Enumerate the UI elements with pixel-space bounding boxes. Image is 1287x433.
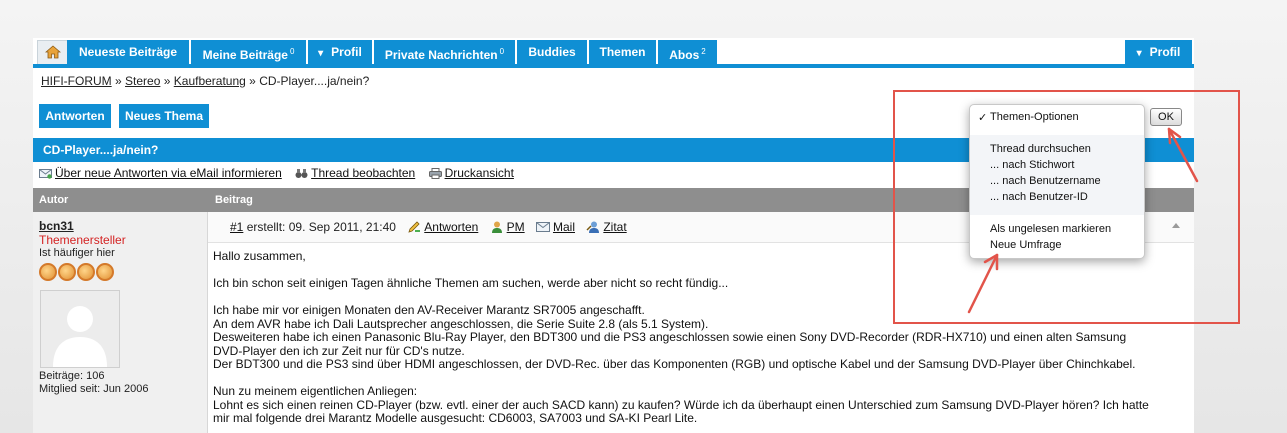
- author-name-link[interactable]: bcn31: [39, 219, 74, 233]
- reply-button[interactable]: Antworten: [39, 104, 111, 128]
- tab-label: Abos: [669, 48, 700, 62]
- tool-label: Druckansicht: [444, 166, 514, 180]
- rank-icons: [39, 263, 115, 284]
- tab-profile[interactable]: ▾ Profil: [308, 40, 372, 64]
- post-line: DVD-Player den ich zur Zeit nur für CD's…: [213, 343, 465, 358]
- breadcrumb-link[interactable]: HIFI-FORUM: [41, 74, 112, 88]
- tab-label: Neueste Beiträge: [78, 45, 178, 59]
- tool-label: Thread beobachten: [311, 166, 416, 180]
- mail-link[interactable]: Mail: [535, 220, 575, 234]
- home-tab[interactable]: [37, 40, 68, 64]
- thread-title: CD-Player....ja/nein?: [43, 143, 159, 157]
- tab-newest-posts[interactable]: Neueste Beiträge: [67, 40, 189, 64]
- avatar[interactable]: [40, 290, 120, 368]
- new-topic-button[interactable]: Neues Thema: [119, 104, 209, 128]
- reply-post-link[interactable]: Antworten: [407, 220, 478, 234]
- breadcrumb-separator: »: [249, 74, 256, 88]
- tab-count: 0: [499, 47, 505, 56]
- post-line: Nun zu meinem eigentlichen Anliegen:: [213, 384, 418, 398]
- binoculars-icon: [295, 169, 308, 178]
- tab-label: Private Nachrichten: [384, 48, 498, 62]
- breadcrumb-current: CD-Player....ja/nein?: [259, 74, 370, 88]
- tab-label: Profil: [1149, 45, 1181, 59]
- tab-label: Profil: [331, 45, 362, 59]
- post-number-link[interactable]: #1: [230, 220, 243, 234]
- tab-my-posts[interactable]: Meine Beiträge 0: [191, 40, 306, 64]
- link-label: PM: [506, 220, 525, 234]
- nav-divider: [33, 64, 1194, 68]
- chevron-down-icon: ▾: [318, 48, 324, 59]
- tab-label: Themen: [599, 45, 646, 59]
- print-view-link[interactable]: Druckansicht: [428, 166, 514, 180]
- link-label: Antworten: [424, 220, 479, 234]
- post-line: mir mal folgende drei Marantz Modelle au…: [213, 411, 698, 425]
- quote-user-icon: [586, 221, 600, 233]
- main-navigation: Neueste Beiträge Meine Beiträge 0 ▾ Profil…: [33, 40, 1194, 64]
- post-spacer: [213, 372, 1183, 386]
- post-created: erstellt: 09. Sep 2011, 21:40: [246, 220, 396, 234]
- post-column-label: Beitrag: [215, 194, 253, 206]
- post-line: Desweiteren habe ich einen Panasonic Blu…: [213, 330, 1127, 344]
- email-notify-link[interactable]: Über neue Antworten via eMail informiere…: [39, 166, 282, 180]
- printer-icon: [428, 168, 442, 179]
- tab-label: Meine Beiträge: [202, 48, 288, 62]
- post-line: Der BDT300 und die PS3 sind über HDMI an…: [213, 357, 1136, 371]
- tab-profile-right[interactable]: ▾ Profil: [1125, 40, 1192, 64]
- tab-buddies[interactable]: Buddies: [517, 40, 587, 64]
- link-label: Zitat: [603, 220, 627, 234]
- author-post-count: Beiträge: 106: [39, 370, 105, 382]
- author-column-label: Autor: [39, 194, 69, 206]
- rank-speaker-icon: [58, 263, 76, 281]
- home-icon: [44, 45, 61, 59]
- link-label: Mail: [552, 220, 575, 234]
- watch-thread-link[interactable]: Thread beobachten: [295, 166, 415, 180]
- tab-count: 0: [289, 47, 295, 56]
- quote-link[interactable]: Zitat: [586, 220, 627, 234]
- mail-plus-icon: [39, 169, 52, 179]
- tool-label: Über neue Antworten via eMail informiere…: [55, 166, 282, 180]
- breadcrumb: HIFI-FORUM » Stereo » Kaufberatung » CD-…: [41, 74, 369, 88]
- tab-private-messages[interactable]: Private Nachrichten 0: [374, 40, 515, 64]
- tab-topics[interactable]: Themen: [589, 40, 656, 64]
- mail-icon: [535, 222, 550, 232]
- author-role: Themenersteller: [39, 233, 126, 247]
- rank-speaker-icon: [39, 263, 57, 281]
- author-member-since: Mitglied seit: Jun 2006: [39, 383, 149, 395]
- pm-link[interactable]: PM: [490, 220, 525, 234]
- user-icon: [491, 221, 502, 233]
- breadcrumb-link[interactable]: Kaufberatung: [174, 74, 246, 88]
- rank-speaker-icon: [96, 263, 114, 281]
- tab-label: Buddies: [528, 45, 576, 59]
- breadcrumb-link[interactable]: Stereo: [125, 74, 160, 88]
- tab-count: 2: [701, 47, 706, 56]
- post-meta: #1 erstellt: 09. Sep 2011, 21:40 Antwort…: [230, 220, 627, 234]
- breadcrumb-separator: »: [115, 74, 122, 88]
- thread-tools: Über neue Antworten via eMail informiere…: [39, 166, 524, 180]
- annotation-highlight-box: [893, 90, 1240, 324]
- rank-speaker-icon: [77, 263, 95, 281]
- breadcrumb-separator: »: [163, 74, 171, 88]
- author-status: Ist häufiger hier: [39, 247, 115, 259]
- chevron-down-icon: ▾: [1136, 48, 1142, 59]
- tab-subscriptions[interactable]: Abos 2: [658, 40, 717, 64]
- avatar-placeholder-icon: [53, 306, 107, 367]
- author-panel: bcn31 Themenersteller Ist häufiger hier …: [33, 212, 208, 433]
- post-line: Lohnt es sich einen reinen CD-Player (bz…: [213, 397, 1149, 412]
- pencil-icon: [408, 221, 421, 233]
